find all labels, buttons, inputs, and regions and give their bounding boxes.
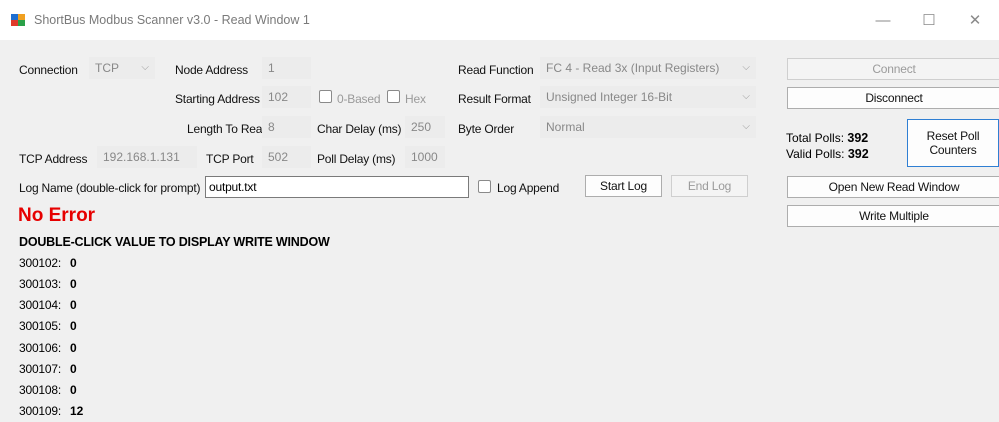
chevron-down-icon: ⌵ xyxy=(742,121,750,132)
register-value[interactable]: 0 xyxy=(70,383,77,397)
starting-address-field[interactable]: 102 xyxy=(262,86,311,108)
register-row[interactable]: 300103: 0 xyxy=(19,277,77,291)
register-value[interactable]: 0 xyxy=(70,298,77,312)
connection-label: Connection xyxy=(19,63,78,77)
register-address: 300103: xyxy=(19,277,61,291)
title-bar: ShortBus Modbus Scanner v3.0 - Read Wind… xyxy=(0,0,999,40)
char-delay-label: Char Delay (ms) xyxy=(317,122,402,136)
result-format-value: Unsigned Integer 16-Bit xyxy=(546,90,673,104)
poll-delay-field[interactable]: 1000 xyxy=(405,146,445,168)
error-status: No Error xyxy=(18,205,96,226)
connect-button[interactable]: Connect xyxy=(787,58,999,80)
register-row[interactable]: 300105: 0 xyxy=(19,319,77,333)
register-value[interactable]: 0 xyxy=(70,362,77,376)
register-address: 300106: xyxy=(19,341,61,355)
register-value[interactable]: 12 xyxy=(70,404,83,418)
tcp-port-field[interactable]: 502 xyxy=(262,146,311,168)
tcp-address-label: TCP Address xyxy=(19,152,88,166)
register-row[interactable]: 300104: 0 xyxy=(19,298,77,312)
hex-label: Hex xyxy=(405,92,426,106)
register-value[interactable]: 0 xyxy=(70,319,77,333)
log-append-checkbox[interactable] xyxy=(478,180,491,193)
log-append-label: Log Append xyxy=(497,181,560,195)
app-icon xyxy=(11,14,25,26)
register-address: 300105: xyxy=(19,319,61,333)
register-address: 300102: xyxy=(19,256,61,270)
end-log-button[interactable]: End Log xyxy=(671,175,748,197)
total-polls-value: 392 xyxy=(847,131,869,145)
minimize-button[interactable]: — xyxy=(860,0,906,40)
char-delay-field[interactable]: 250 xyxy=(405,116,445,138)
register-row[interactable]: 300106: 0 xyxy=(19,341,77,355)
valid-polls-label: Valid Polls: xyxy=(786,147,845,161)
reset-poll-counters-line1: Reset Poll xyxy=(926,129,980,143)
register-address: 300108: xyxy=(19,383,61,397)
close-button[interactable]: ✕ xyxy=(952,0,998,40)
result-format-select[interactable]: Unsigned Integer 16-Bit ⌵ xyxy=(540,86,756,108)
poll-delay-label: Poll Delay (ms) xyxy=(317,152,396,166)
register-address: 300104: xyxy=(19,298,61,312)
register-address: 300109: xyxy=(19,404,61,418)
node-address-field[interactable]: 1 xyxy=(262,57,311,79)
chevron-down-icon: ⌵ xyxy=(141,62,149,73)
log-name-label: Log Name (double-click for prompt) xyxy=(19,181,201,195)
tcp-address-field[interactable]: 192.168.1.131 xyxy=(97,146,197,168)
zero-based-label: 0-Based xyxy=(337,92,381,106)
starting-address-label: Starting Address xyxy=(175,92,260,106)
zero-based-checkbox[interactable] xyxy=(319,90,332,103)
register-row[interactable]: 300109: 12 xyxy=(19,404,83,418)
chevron-down-icon: ⌵ xyxy=(742,62,750,73)
register-address: 300107: xyxy=(19,362,61,376)
register-value[interactable]: 0 xyxy=(70,341,77,355)
log-name-input[interactable]: output.txt xyxy=(205,176,469,198)
disconnect-button[interactable]: Disconnect xyxy=(787,87,999,109)
result-format-label: Result Format xyxy=(458,92,531,106)
valid-polls: Valid Polls: 392 xyxy=(786,147,869,161)
length-to-read-field[interactable]: 8 xyxy=(262,116,311,138)
chevron-down-icon: ⌵ xyxy=(742,91,750,102)
connection-select[interactable]: TCP ⌵ xyxy=(89,57,155,79)
byte-order-value: Normal xyxy=(546,120,585,134)
reset-poll-counters-button[interactable]: Reset Poll Counters xyxy=(907,119,999,167)
maximize-button[interactable]: ☐ xyxy=(906,0,952,40)
write-multiple-button[interactable]: Write Multiple xyxy=(787,205,999,227)
reset-poll-counters-line2: Counters xyxy=(929,143,977,157)
open-new-read-window-button[interactable]: Open New Read Window xyxy=(787,176,999,198)
hex-checkbox[interactable] xyxy=(387,90,400,103)
instruction-text: DOUBLE-CLICK VALUE TO DISPLAY WRITE WIND… xyxy=(19,235,330,249)
length-to-read-label: Length To Read xyxy=(187,122,269,136)
node-address-label: Node Address xyxy=(175,63,248,77)
valid-polls-value: 392 xyxy=(847,147,869,161)
register-value[interactable]: 0 xyxy=(70,277,77,291)
total-polls-label: Total Polls: xyxy=(786,131,845,145)
total-polls: Total Polls: 392 xyxy=(786,131,868,145)
read-function-label: Read Function xyxy=(458,63,534,77)
register-row[interactable]: 300107: 0 xyxy=(19,362,77,376)
byte-order-select[interactable]: Normal ⌵ xyxy=(540,116,756,138)
window-title: ShortBus Modbus Scanner v3.0 - Read Wind… xyxy=(34,13,310,27)
connection-value: TCP xyxy=(95,61,119,75)
start-log-button[interactable]: Start Log xyxy=(585,175,662,197)
tcp-port-label: TCP Port xyxy=(206,152,254,166)
register-row[interactable]: 300108: 0 xyxy=(19,383,77,397)
byte-order-label: Byte Order xyxy=(458,122,515,136)
read-function-select[interactable]: FC 4 - Read 3x (Input Registers) ⌵ xyxy=(540,57,756,79)
register-value[interactable]: 0 xyxy=(70,256,77,270)
read-function-value: FC 4 - Read 3x (Input Registers) xyxy=(546,61,720,75)
register-row[interactable]: 300102: 0 xyxy=(19,256,77,270)
